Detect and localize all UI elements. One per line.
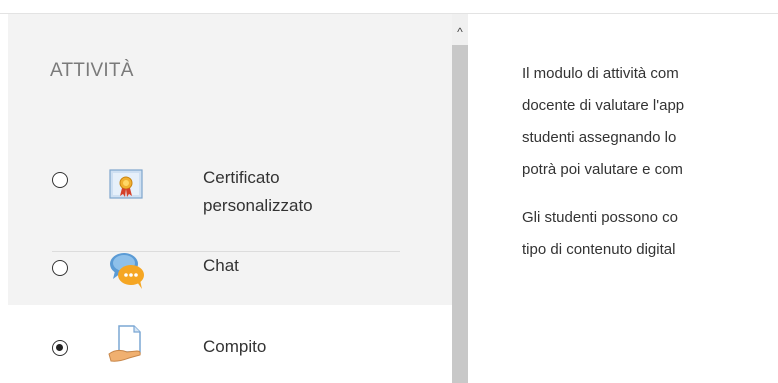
activity-option-certificate[interactable]: Certificato personalizzato: [0, 150, 452, 215]
activity-option-assignment[interactable]: Compito: [0, 318, 452, 378]
section-title: ATTIVITÀ: [50, 60, 134, 81]
assignment-icon: [107, 324, 145, 362]
activity-label: Compito: [203, 337, 267, 356]
description-paragraph: Il modulo di attività com docente di val…: [522, 58, 778, 186]
scrollbar-thumb[interactable]: [452, 45, 468, 383]
description-paragraph: Gli studenti possono co tipo di contenut…: [522, 202, 778, 266]
radio-certificate[interactable]: [52, 172, 68, 188]
description-line: potrà poi valutare e com: [522, 161, 683, 178]
activity-label-line1: Certificato: [203, 168, 280, 187]
scroll-up-arrow[interactable]: ^: [452, 24, 468, 40]
activity-option-chat[interactable]: Chat: [0, 245, 452, 305]
activity-description: Il modulo di attività com docente di val…: [522, 58, 778, 282]
radio-assignment[interactable]: [52, 340, 68, 356]
description-line: Gli studenti possono co: [522, 209, 678, 226]
description-line: tipo di contenuto digital: [522, 241, 676, 258]
activity-label-line2: personalizzato: [203, 196, 313, 215]
description-line: studenti assegnando lo: [522, 129, 677, 146]
description-line: Il modulo di attività com: [522, 65, 679, 82]
chat-icon: [107, 249, 145, 289]
activity-label: Chat: [203, 256, 239, 275]
certificate-icon: [107, 166, 145, 204]
radio-chat[interactable]: [52, 260, 68, 276]
description-line: docente di valutare l'app: [522, 97, 685, 114]
